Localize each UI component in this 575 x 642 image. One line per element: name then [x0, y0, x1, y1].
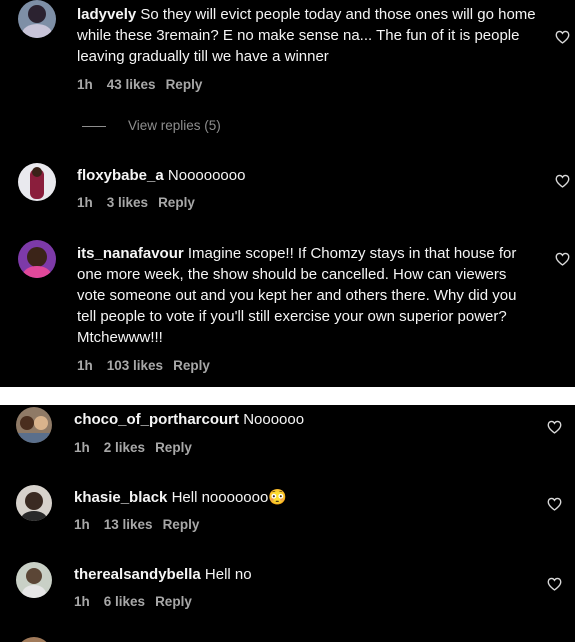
comment-meta: 1h 13 likes Reply	[74, 517, 213, 532]
avatar[interactable]	[18, 240, 56, 278]
heart-outline-icon[interactable]	[547, 420, 562, 434]
comment-message: So they will evict people today and thos…	[77, 6, 536, 65]
avatar[interactable]	[18, 163, 56, 201]
comment-username[interactable]: choco_of_portharcourt	[74, 411, 239, 428]
avatar[interactable]	[16, 485, 52, 521]
replies-divider	[82, 125, 106, 127]
comment-text: choco_of_portharcourt Noooooo	[74, 409, 534, 430]
comment-likes[interactable]: 43 likes	[107, 77, 156, 92]
comment-username[interactable]: its_nanafavour	[77, 245, 184, 262]
comment-likes[interactable]: 103 likes	[107, 358, 163, 373]
comment-text: its_nanafavour Imagine scope!! If Chomzy…	[77, 243, 537, 348]
comment-likes[interactable]: 3 likes	[107, 195, 148, 210]
comment-time: 1h	[74, 594, 90, 609]
comment-time: 1h	[77, 195, 93, 210]
comment-text: floxybabe_a Noooooooo	[77, 165, 537, 186]
comment-message: Hell no	[204, 566, 252, 583]
comment-likes[interactable]: 6 likes	[104, 594, 145, 609]
comment-likes[interactable]: 13 likes	[104, 517, 153, 532]
comment-message: Hell nooooooo	[171, 489, 269, 506]
comment-message: Noooooo	[243, 411, 305, 428]
view-replies-link[interactable]: View replies (5)	[82, 118, 221, 133]
comment-time: 1h	[77, 358, 93, 373]
comment-likes[interactable]: 2 likes	[104, 440, 145, 455]
reply-button[interactable]: Reply	[155, 594, 192, 609]
comment-text: ladyvely So they will evict people today…	[77, 4, 537, 67]
comment-meta: 1h 3 likes Reply	[77, 195, 209, 210]
comment-text: therealsandybella Hell no	[74, 564, 534, 585]
heart-outline-icon[interactable]	[547, 497, 562, 511]
comment-username[interactable]: khasie_black	[74, 489, 167, 506]
reply-button[interactable]: Reply	[173, 358, 210, 373]
comment-meta: 1h 103 likes Reply	[77, 358, 224, 373]
comments-panel-bottom: choco_of_portharcourt Noooooo 1h 2 likes R…	[0, 405, 575, 642]
comment-time: 1h	[77, 77, 93, 92]
avatar[interactable]	[16, 407, 52, 443]
heart-outline-icon[interactable]	[555, 252, 570, 266]
comment-time: 1h	[74, 440, 90, 455]
flushed-face-emoji: 😳	[268, 489, 288, 506]
comment-text: khasie_black Hell nooooooo😳	[74, 487, 534, 508]
reply-button[interactable]: Reply	[166, 77, 203, 92]
comment-message: Noooooooo	[167, 167, 246, 184]
heart-outline-icon[interactable]	[547, 577, 562, 591]
comment-meta: 1h 43 likes Reply	[77, 77, 216, 92]
avatar[interactable]	[18, 0, 56, 38]
comment-time: 1h	[74, 517, 90, 532]
comments-panel-top: ladyvely So they will evict people today…	[0, 0, 575, 387]
reply-button[interactable]: Reply	[155, 440, 192, 455]
comment-username[interactable]: ladyvely	[77, 6, 136, 23]
comment-meta: 1h 6 likes Reply	[74, 594, 206, 609]
comment-username[interactable]: floxybabe_a	[77, 167, 164, 184]
reply-button[interactable]: Reply	[163, 517, 200, 532]
heart-outline-icon[interactable]	[555, 174, 570, 188]
view-replies-label[interactable]: View replies (5)	[128, 118, 221, 133]
heart-outline-icon[interactable]	[555, 30, 570, 44]
avatar[interactable]	[16, 637, 52, 642]
comment-username[interactable]: therealsandybella	[74, 566, 201, 583]
avatar[interactable]	[16, 562, 52, 598]
comment-meta: 1h 2 likes Reply	[74, 440, 206, 455]
reply-button[interactable]: Reply	[158, 195, 195, 210]
